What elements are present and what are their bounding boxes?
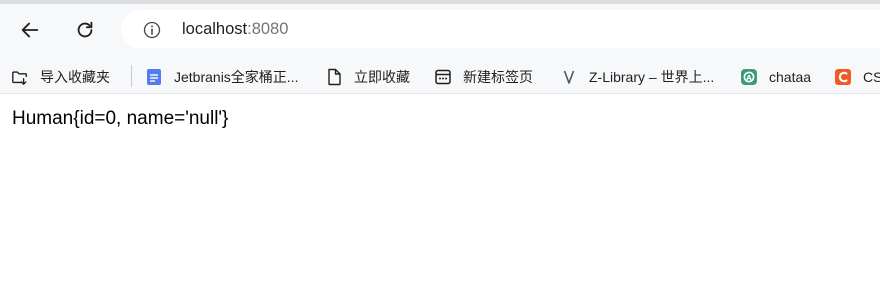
bookmark-csdn[interactable]: CS: [834, 63, 880, 91]
reload-icon: [77, 21, 93, 38]
arrow-left-icon: [21, 22, 39, 38]
bookmark-chataa[interactable]: A chataa: [740, 63, 811, 91]
bookmark-import[interactable]: 导入收藏夹: [11, 63, 110, 91]
bookmarks-bar: 导入收藏夹 Jetbranis全家桶正... 立即收藏 新建标签页 Z-Libr…: [0, 60, 880, 94]
svg-text:A: A: [746, 74, 752, 82]
new-tab-icon: [434, 68, 452, 86]
page-content: Human{id=0, name='null'}: [0, 95, 880, 298]
address-bar[interactable]: localhost:8080: [121, 10, 880, 48]
bookmark-label: 新建标签页: [463, 69, 533, 85]
url-text[interactable]: localhost:8080: [182, 20, 288, 39]
response-text: Human{id=0, name='null'}: [12, 108, 229, 129]
bookmark-jetbrains[interactable]: Jetbranis全家桶正...: [145, 63, 298, 91]
url-port: :8080: [247, 20, 289, 38]
bookmark-label: 立即收藏: [354, 69, 410, 85]
folder-import-icon: [11, 68, 29, 86]
bookmark-label: 导入收藏夹: [40, 69, 110, 85]
bookmark-label: CS: [863, 69, 880, 85]
site-info-icon[interactable]: [141, 19, 162, 40]
zlibrary-icon: [560, 68, 578, 86]
bookmarks-separator: [131, 65, 132, 87]
tab-strip-edge: [0, 0, 880, 4]
bookmark-save-now[interactable]: 立即收藏: [325, 63, 410, 91]
bookmark-zlibrary[interactable]: Z-Library – 世界上...: [560, 63, 714, 91]
url-host: localhost: [182, 20, 248, 38]
bookmark-label: Jetbranis全家桶正...: [174, 69, 299, 85]
bookmark-label: chataa: [769, 69, 812, 85]
csdn-favicon-icon: [834, 68, 852, 86]
doc-favicon-icon: [145, 68, 163, 86]
browser-toolbar: localhost:8080: [0, 0, 880, 60]
reload-button[interactable]: [67, 12, 103, 48]
chataa-favicon-icon: A: [740, 68, 758, 86]
bookmark-new-tab[interactable]: 新建标签页: [434, 63, 533, 91]
page-icon: [325, 68, 343, 86]
back-button[interactable]: [12, 12, 48, 48]
bookmark-label: Z-Library – 世界上...: [589, 69, 715, 85]
